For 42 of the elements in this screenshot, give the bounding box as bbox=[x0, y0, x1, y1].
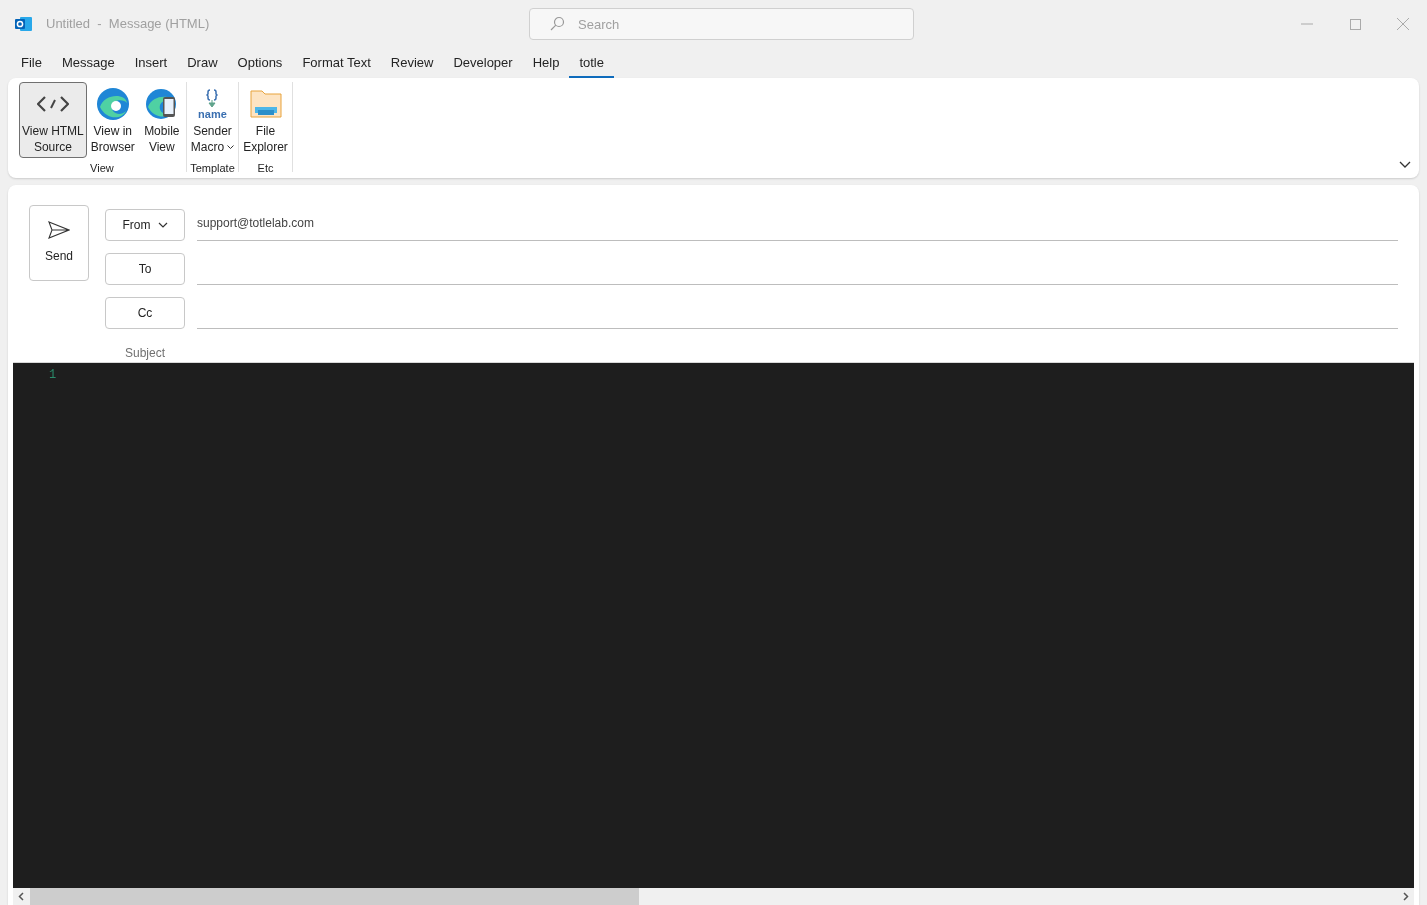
address-field[interactable]: support@totlelab.com bbox=[197, 205, 1398, 241]
chevron-down-icon bbox=[1399, 160, 1411, 168]
ribbon-tab[interactable]: Insert bbox=[124, 48, 178, 78]
ribbon-button[interactable]: File Explorer bbox=[240, 82, 291, 158]
search-icon bbox=[549, 16, 565, 32]
ribbon-tab[interactable]: Draw bbox=[177, 48, 228, 78]
subject-label: Subject bbox=[124, 345, 166, 362]
ribbon-tab[interactable]: Review bbox=[380, 48, 444, 78]
ribbon-button[interactable]: View HTML Source bbox=[19, 82, 87, 158]
ribbon-tab[interactable]: Message bbox=[51, 48, 125, 78]
send-button[interactable]: Send bbox=[29, 205, 89, 281]
code-icon bbox=[36, 94, 69, 114]
ribbon-tab[interactable]: Help bbox=[522, 48, 570, 78]
ribbon-group-label: View bbox=[90, 161, 114, 176]
scroll-left-icon[interactable] bbox=[18, 892, 24, 901]
horizontal-scrollbar[interactable] bbox=[13, 888, 1414, 905]
recipient-button[interactable]: To bbox=[105, 253, 185, 285]
ribbon-tab[interactable]: Developer bbox=[443, 48, 523, 78]
mobile-browser-icon bbox=[144, 87, 179, 121]
recipient-button[interactable]: Cc bbox=[105, 297, 185, 329]
ribbon-button[interactable]: View in Browser bbox=[87, 82, 138, 158]
window-title: Untitled - Message (HTML) bbox=[46, 15, 210, 34]
ribbon-tab[interactable]: File bbox=[11, 48, 52, 78]
ribbon-group-label: Etc bbox=[257, 161, 274, 176]
browser-globe-icon bbox=[95, 87, 130, 121]
ribbon-button[interactable]: Mobile View bbox=[138, 82, 185, 158]
line-number: 1 bbox=[49, 367, 58, 384]
folder-icon bbox=[249, 89, 282, 119]
outlook-logo-icon bbox=[15, 16, 32, 32]
scroll-right-icon[interactable] bbox=[1403, 892, 1409, 901]
ribbon-tab[interactable]: Format Text bbox=[292, 48, 381, 78]
minimize-icon bbox=[1301, 23, 1313, 25]
ribbon-group-label: Template bbox=[190, 161, 235, 176]
scrollbar-thumb[interactable] bbox=[30, 888, 639, 905]
recipient-button[interactable]: From bbox=[105, 209, 185, 241]
ribbon-tab[interactable]: Options bbox=[227, 48, 293, 78]
send-icon bbox=[48, 221, 70, 239]
search-field[interactable]: Search bbox=[529, 8, 914, 40]
maximize-icon bbox=[1349, 18, 1361, 30]
close-icon bbox=[1397, 18, 1409, 30]
ribbon-button[interactable]: name Sender Macro bbox=[187, 82, 238, 158]
code-editor[interactable]: 1 bbox=[13, 362, 1414, 888]
